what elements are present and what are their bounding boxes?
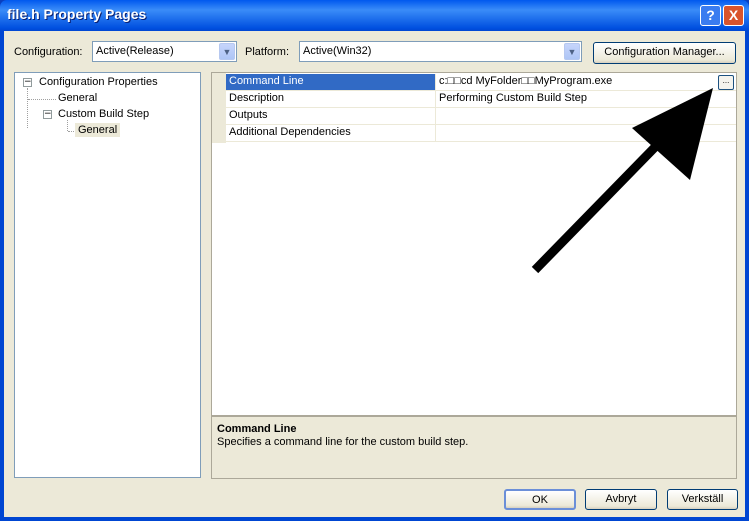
arrow-head (632, 88, 713, 180)
arrow-shaft (531, 138, 664, 274)
arrow-annotation-icon (531, 88, 713, 274)
